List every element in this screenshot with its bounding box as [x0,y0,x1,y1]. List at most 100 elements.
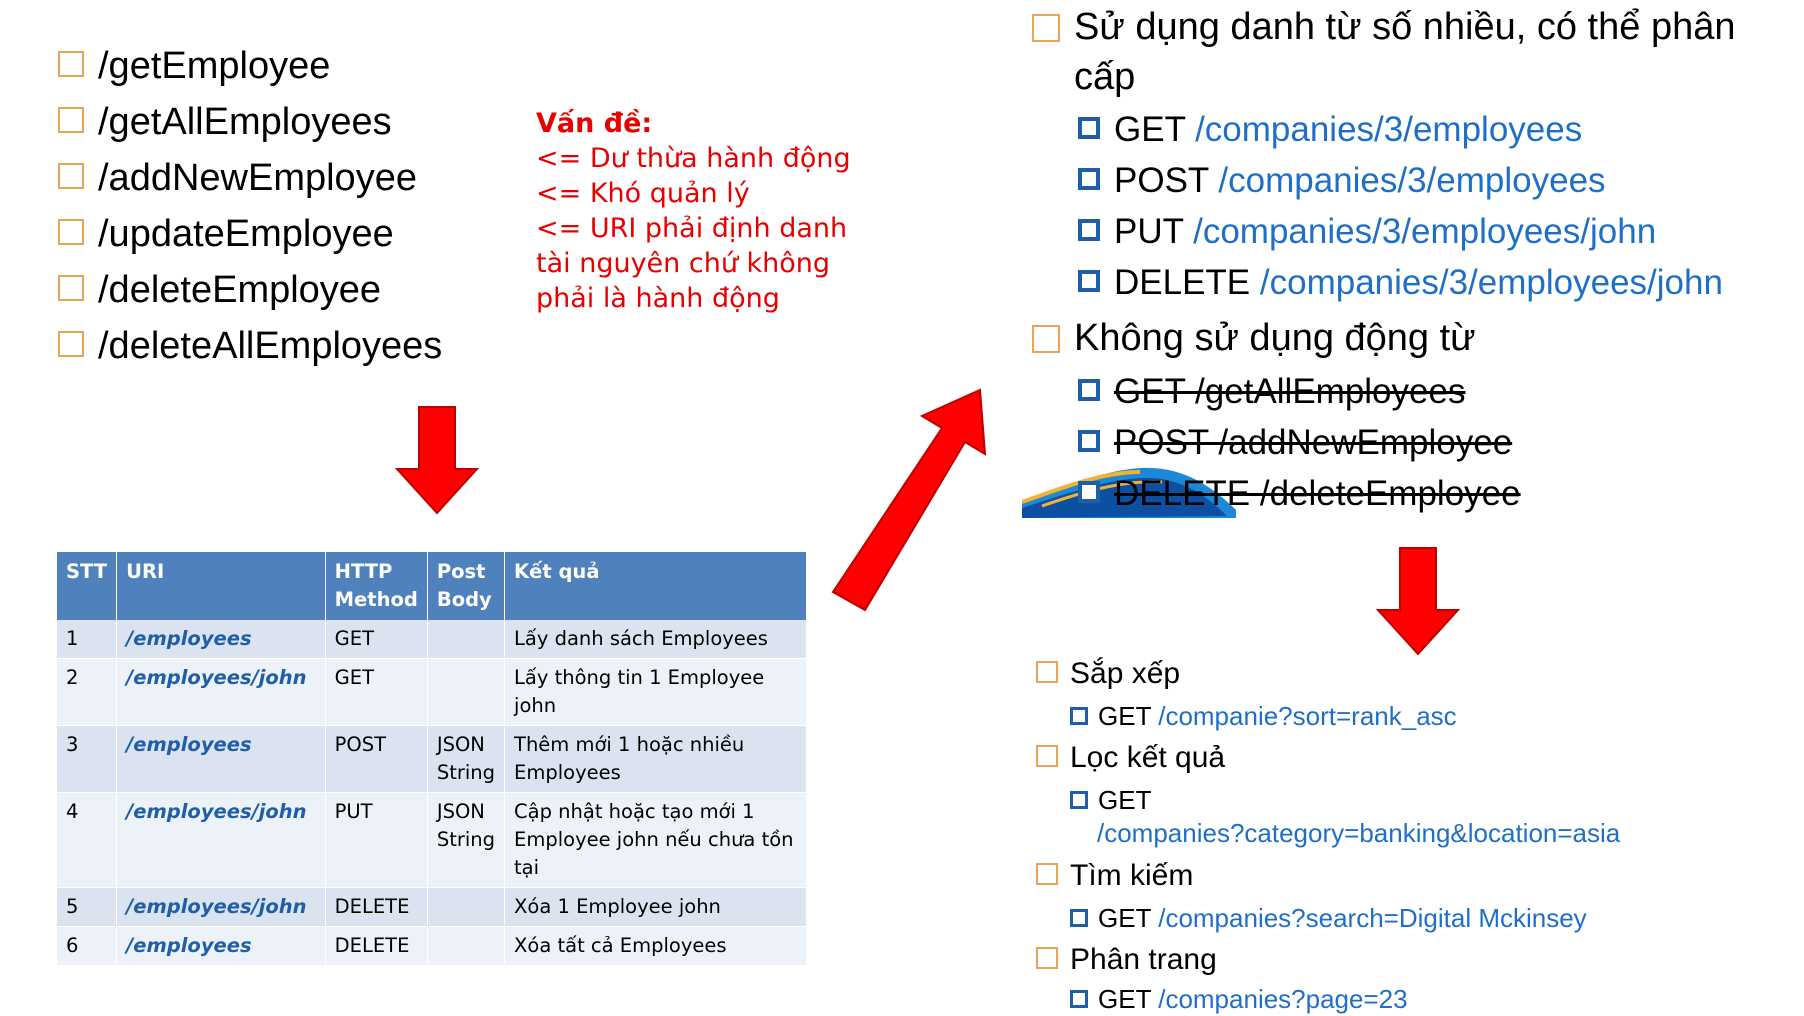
square-bullet-icon [1078,269,1100,292]
no-verbs-heading: Không sử dụng động từ [1032,313,1802,363]
filter-example-uri: /companies?category=banking&location=asi… [1097,818,1621,848]
table-row: 3 /employees POST JSON String Thêm mới 1… [57,725,807,793]
square-bullet-icon [1070,791,1088,810]
sort-heading: Sắp xếp [1036,656,1180,692]
down-arrow-icon [395,406,479,515]
left-list-item-get-employee: /getEmployee [58,46,330,86]
problem-line: <= URI phải định danh [536,213,848,244]
cell-uri: /employees [116,725,326,793]
checkbox-bullet-icon [58,218,84,245]
cell-stt: 2 [57,658,118,726]
checkbox-bullet-icon [58,330,84,357]
pagination-heading: Phân trang [1036,942,1217,978]
square-bullet-icon [1078,429,1100,452]
table-row: 2 /employees/john GET Lấy thông tin 1 Em… [57,658,807,726]
table-row: 4 /employees/john PUT JSON String Cập nh… [57,792,807,888]
square-bullet-icon [1078,378,1100,401]
checkbox-bullet-icon [1036,745,1058,768]
cell-method: GET [325,620,428,659]
square-bullet-icon [1070,707,1088,726]
col-header-uri: URI [116,552,326,620]
cell-method: DELETE [325,887,428,927]
diagonal-arrow-icon [831,388,987,612]
square-bullet-icon [1070,909,1088,928]
cell-result: Xóa tất cả Employees [504,926,807,966]
cell-result: Xóa 1 Employee john [504,887,807,927]
cell-result: Cập nhật hoặc tạo mới 1 Employee john nế… [504,792,807,888]
problem-line: <= Khó quản lý [536,178,750,209]
square-bullet-icon [1070,990,1088,1009]
bad-example-get: GET /getAllEmployees [1078,372,1465,412]
filter-example: GET [1070,784,1151,817]
checkbox-bullet-icon [1032,14,1060,42]
bad-example-post: POST /addNewEmployee [1078,423,1512,463]
cell-method: POST [325,725,428,793]
left-list-item-update-employee: /updateEmployee [58,214,394,254]
problem-line: tài nguyên chứ không [536,248,831,279]
cell-result: Lấy danh sách Employees [504,620,807,659]
square-bullet-icon [1078,167,1100,190]
table-row: 1 /employees GET Lấy danh sách Employees [57,620,807,659]
cell-body: JSON String [427,792,506,888]
plural-item-get: GET /companies/3/employees [1078,110,1582,150]
checkbox-bullet-icon [1036,947,1058,970]
table-row: 6 /employees DELETE Xóa tất cả Employees [57,926,807,966]
checkbox-bullet-icon [58,274,84,301]
square-bullet-icon [1078,480,1100,503]
checkbox-bullet-icon [1036,661,1058,684]
cell-body: JSON String [427,725,506,793]
left-list-item-delete-employee: /deleteEmployee [58,270,381,310]
problem-line: <= Dư thừa hành động [536,143,851,174]
square-bullet-icon [1078,218,1100,241]
sort-example: GET /companie?sort=rank_asc [1070,700,1457,733]
square-bullet-icon [1078,116,1100,139]
cell-method: GET [325,658,428,726]
search-heading: Tìm kiếm [1036,858,1193,894]
left-list-item-add-new-employee: /addNewEmployee [58,158,417,198]
cell-uri: /employees/john [116,887,326,927]
cell-uri: /employees [116,926,326,966]
cell-stt: 4 [57,792,118,888]
col-header-stt: STT [57,552,118,620]
plural-item-put: PUT /companies/3/employees/john [1078,212,1656,252]
plural-nouns-heading: Sử dụng danh từ số nhiều, có thể phân cấ… [1032,2,1802,102]
col-header-result: Kết quả [504,552,807,620]
checkbox-bullet-icon [58,50,84,77]
checkbox-bullet-icon [1032,325,1060,353]
cell-result: Thêm mới 1 hoặc nhiều Employees [504,725,807,793]
col-header-post-body: Post Body [427,552,506,620]
cell-result: Lấy thông tin 1 Employee john [504,658,807,726]
checkbox-bullet-icon [1036,863,1058,886]
cell-uri: /employees/john [116,658,326,726]
cell-method: PUT [325,792,428,888]
left-list-item-delete-all-employees: /deleteAllEmployees [58,326,442,366]
down-arrow-icon [1376,547,1460,656]
pagination-example: GET /companies?page=23 [1070,983,1408,1016]
left-list-item-get-all-employees: /getAllEmployees [58,102,392,142]
cell-method: DELETE [325,926,428,966]
problem-title: Vấn đề: [536,108,653,139]
cell-uri: /employees [116,620,326,659]
table-row: 5 /employees/john DELETE Xóa 1 Employee … [57,887,807,927]
cell-body [427,887,506,927]
filter-heading: Lọc kết quả [1036,740,1225,776]
cell-stt: 6 [57,926,118,966]
problem-line: phải là hành động [536,283,780,314]
bad-example-delete: DELETE /deleteEmployee [1078,474,1521,514]
search-example: GET /companies?search=Digital Mckinsey [1070,902,1587,935]
cell-stt: 1 [57,620,118,659]
cell-uri: /employees/john [116,792,326,888]
problem-annotation: Vấn đề: <= Dư thừa hành động <= Khó quản… [536,106,851,316]
checkbox-bullet-icon [58,162,84,189]
plural-item-delete: DELETE /companies/3/employees/john [1078,263,1723,303]
cell-stt: 5 [57,887,118,927]
api-table: STT URI HTTP Method Post Body Kết quả 1 … [57,552,807,966]
checkbox-bullet-icon [58,106,84,133]
cell-stt: 3 [57,725,118,793]
col-header-http-method: HTTP Method [325,552,428,620]
cell-body [427,620,506,659]
table-header-row: STT URI HTTP Method Post Body Kết quả [57,552,807,620]
cell-body [427,926,506,966]
cell-body [427,658,506,726]
plural-item-post: POST /companies/3/employees [1078,161,1606,201]
